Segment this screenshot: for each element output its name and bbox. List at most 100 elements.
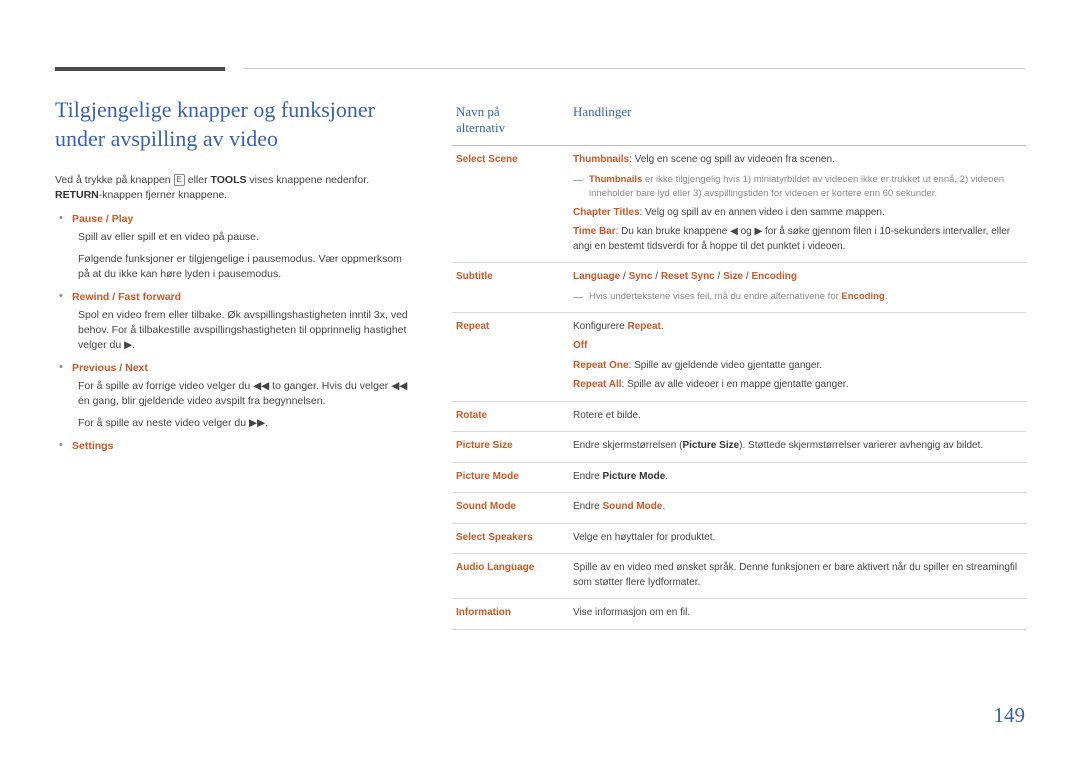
option-name-cell: Subtitle bbox=[452, 262, 569, 313]
table-header-row: Navn på alternativ Handlinger bbox=[452, 96, 1026, 146]
action-line: Language / Sync / Reset Sync / Size / En… bbox=[573, 270, 1022, 285]
plain-text: : Spille av alle videoer i en mappe gjen… bbox=[621, 379, 849, 390]
keyword-text: Encoding bbox=[841, 290, 885, 302]
option-name-cell: Picture Mode bbox=[452, 462, 569, 493]
note-line: Hvis undertekstene vises feil, må du end… bbox=[573, 290, 1022, 304]
option-action-cell: Endre Sound Mode. bbox=[569, 492, 1026, 524]
tools-key-label: TOOLS bbox=[210, 174, 247, 186]
list-item-paragraph: Følgende funksjoner er tilgjengelige i p… bbox=[78, 253, 402, 280]
list-item: Previous / Next For å spille av forrige v… bbox=[55, 361, 415, 431]
action-line: Vise informasjon om en fil. bbox=[573, 606, 1022, 621]
table-row: Sound Mode Endre Sound Mode. bbox=[452, 492, 1026, 524]
plain-text: / bbox=[714, 271, 724, 282]
list-item-paragraph: For å spille av forrige video velger du … bbox=[78, 380, 408, 407]
options-table-wrapper: Navn på alternativ Handlinger Select Scen… bbox=[452, 96, 1026, 630]
keyword-text: Time Bar bbox=[573, 226, 616, 237]
plain-text: . bbox=[665, 470, 669, 482]
action-line: Off bbox=[573, 339, 1022, 354]
plain-text: Velge en høyttaler for produktet. bbox=[573, 531, 716, 543]
plain-text: . bbox=[662, 501, 666, 512]
plain-text: : Velg og spill av en annen video i den … bbox=[639, 206, 885, 218]
keyword-text: Repeat All bbox=[573, 379, 622, 390]
enter-button-icon: E bbox=[173, 174, 185, 186]
plain-text: Vise informasjon om en fil. bbox=[573, 607, 691, 618]
option-name-cell: Sound Mode bbox=[452, 492, 569, 524]
plain-text: / bbox=[652, 271, 661, 282]
action-line: Velge en høyttaler for produktet. bbox=[573, 531, 1022, 546]
header-rule-line bbox=[243, 68, 1025, 69]
table-row: Repeat Konfigurere Repeat. Off Repeat One: … bbox=[452, 312, 1026, 402]
action-line: Rotere et bilde. bbox=[573, 409, 1022, 424]
plain-text: Hvis undertekstene vises feil, må du end… bbox=[589, 290, 842, 302]
plain-text: : Du kan bruke knappene ◀ og ▶ for å søk… bbox=[573, 226, 1011, 252]
option-action-cell: Vise informasjon om en fil. bbox=[569, 598, 1026, 630]
list-item: Pause / Play Spill av eller spill et en v… bbox=[55, 212, 415, 282]
intro-text-d: -knappen fjerner knappene. bbox=[98, 189, 228, 201]
option-name-cell: Information bbox=[452, 598, 569, 630]
intro-text-b: eller bbox=[184, 174, 211, 186]
list-item-title: Settings bbox=[72, 440, 114, 452]
option-action-cell: Endre Picture Mode. bbox=[569, 462, 1026, 493]
action-line: Endre skjermstørrelsen (Picture Size). S… bbox=[573, 439, 1022, 454]
list-item: Rewind / Fast forward Spol en video frem … bbox=[55, 290, 415, 353]
action-line: Repeat One: Spille av gjeldende video gj… bbox=[573, 359, 1022, 374]
plain-text: Konfigurere bbox=[573, 320, 628, 332]
plain-text: / bbox=[620, 271, 629, 282]
return-key-label: RETURN bbox=[55, 189, 99, 201]
keyword-text: Reset Sync bbox=[660, 271, 715, 282]
action-line: Endre Sound Mode. bbox=[573, 500, 1022, 515]
keyword-text: Size bbox=[723, 271, 744, 282]
option-name-cell: Audio Language bbox=[452, 553, 569, 599]
action-line: Konfigurere Repeat. bbox=[573, 320, 1022, 335]
option-name-cell: Repeat bbox=[452, 312, 569, 402]
header-rule-accent bbox=[55, 67, 225, 71]
list-item: Settings bbox=[55, 439, 415, 452]
page-title: Tilgjengelige knapper og funksjoner unde… bbox=[55, 97, 375, 151]
page-number: 149 bbox=[993, 703, 1026, 727]
plain-text: er ikke tilgjengelig hvis 1) miniatyrbil… bbox=[589, 173, 1005, 199]
column-header-actions: Handlinger bbox=[569, 96, 1026, 146]
action-line: Chapter Titles: Velg og spill av en anne… bbox=[573, 206, 1022, 221]
intro-text-c: vises knappene nedenfor. bbox=[246, 174, 370, 186]
options-table: Navn på alternativ Handlinger Select Scen… bbox=[452, 96, 1026, 630]
table-row: Picture Size Endre skjermstørrelsen (Pict… bbox=[452, 431, 1026, 463]
option-action-cell: Thumbnails: Velg en scene og spill av vi… bbox=[569, 145, 1026, 263]
keyword-text: Thumbnails bbox=[573, 154, 630, 165]
option-action-cell: Rotere et bilde. bbox=[569, 401, 1026, 432]
option-name-cell: Rotate bbox=[452, 401, 569, 432]
list-item-paragraph: Spill av eller spill et en video på paus… bbox=[78, 231, 259, 243]
option-action-cell: Konfigurere Repeat. Off Repeat One: Spille… bbox=[569, 312, 1026, 402]
option-name-cell: Select Scene bbox=[452, 145, 569, 263]
action-line: Endre Picture Mode. bbox=[573, 470, 1022, 485]
keyword-text: Off bbox=[573, 340, 588, 351]
option-action-cell: Spille av en video med ønsket språk. Den… bbox=[569, 553, 1026, 599]
keyword-text: Repeat One bbox=[573, 359, 629, 371]
table-row: Picture Mode Endre Picture Mode. bbox=[452, 462, 1026, 493]
table-row: Rotate Rotere et bilde. bbox=[452, 401, 1026, 432]
note-line: Thumbnails er ikke tilgjengelig hvis 1) … bbox=[573, 173, 1022, 201]
document-page: Tilgjengelige knapper og funksjoner unde… bbox=[0, 0, 1080, 763]
option-name-cell: Picture Size bbox=[452, 431, 569, 463]
plain-text: Rotere et bilde. bbox=[573, 409, 641, 421]
option-name-cell: Select Speakers bbox=[452, 523, 569, 554]
keyword-text: Picture Mode bbox=[602, 470, 666, 482]
option-action-cell: Velge en høyttaler for produktet. bbox=[569, 523, 1026, 554]
option-action-cell: Language / Sync / Reset Sync / Size / En… bbox=[569, 262, 1026, 313]
plain-text: . bbox=[660, 320, 664, 332]
left-column: Tilgjengelige knapper og funksjoner unde… bbox=[55, 95, 415, 461]
keyword-text: Chapter Titles bbox=[573, 206, 640, 218]
plain-text: Spille av en video med ønsket språk. Den… bbox=[573, 562, 1018, 588]
plain-text: ). Støttede skjermstørrelser varierer av… bbox=[739, 440, 984, 451]
list-item-paragraph: Spol en video frem eller tilbake. Øk avs… bbox=[78, 309, 408, 351]
list-item-paragraph: For å spille av neste video velger du ▶▶… bbox=[78, 417, 269, 429]
table-row: Subtitle Language / Sync / Reset Sync / S… bbox=[452, 262, 1026, 313]
action-line: Repeat All: Spille av alle videoer i en … bbox=[573, 378, 1022, 393]
plain-text: Endre bbox=[573, 501, 603, 512]
plain-text: : Spille av gjeldende video gjentatte ga… bbox=[628, 359, 823, 371]
keyword-text: Picture Size bbox=[682, 440, 740, 451]
table-row: Information Vise informasjon om en fil. bbox=[452, 598, 1026, 630]
intro-text-a: Ved å trykke på knappen bbox=[55, 174, 174, 186]
table-row: Audio Language Spille av en video med øns… bbox=[452, 553, 1026, 599]
list-item-title: Rewind / Fast forward bbox=[72, 291, 182, 303]
table-row: Select Speakers Velge en høyttaler for pr… bbox=[452, 523, 1026, 554]
